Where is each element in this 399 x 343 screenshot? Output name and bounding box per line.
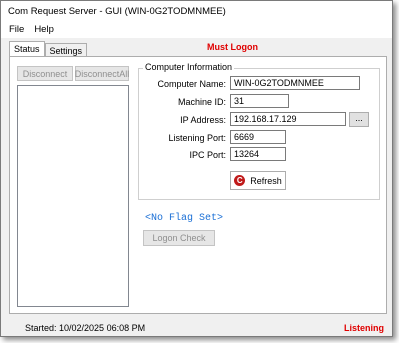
ip-browse-button[interactable]: ... [349, 112, 369, 127]
menu-help[interactable]: Help [29, 24, 59, 35]
status-bar: Started: 10/02/2025 06:08 PM Listening [1, 319, 392, 336]
listening-port-field[interactable]: 6669 [230, 130, 286, 144]
ip-address-field[interactable]: 192.168.17.129 [230, 112, 346, 126]
disconnect-all-button[interactable]: DisconnectAll [75, 66, 129, 81]
menu-bar: File Help [1, 21, 392, 38]
must-logon-alert: Must Logon [207, 42, 258, 52]
ipc-port-label: IPC Port: [189, 150, 226, 160]
title-bar: Com Request Server - GUI (WIN-0G2TODMNME… [1, 1, 392, 21]
listening-port-label: Listening Port: [168, 133, 226, 143]
flag-status-text: <No Flag Set> [145, 213, 224, 224]
refresh-icon: C [234, 175, 246, 186]
computer-name-field[interactable]: WIN-0G2TODMNMEE [230, 76, 360, 90]
logon-check-button[interactable]: Logon Check [143, 230, 215, 246]
app-window: Com Request Server - GUI (WIN-0G2TODMNME… [0, 0, 393, 337]
ipc-port-field[interactable]: 13264 [230, 147, 286, 161]
tab-strip: Status Settings [9, 41, 88, 58]
menu-file[interactable]: File [1, 24, 29, 35]
ip-address-label: IP Address: [180, 115, 226, 125]
computer-name-label: Computer Name: [157, 79, 226, 89]
refresh-button[interactable]: C Refresh [230, 171, 286, 190]
machine-id-field[interactable]: 31 [230, 94, 289, 108]
refresh-button-label: Refresh [250, 175, 282, 186]
machine-id-label: Machine ID: [177, 97, 226, 107]
disconnect-button[interactable]: Disconnect [17, 66, 73, 81]
started-time: Started: 10/02/2025 06:08 PM [25, 322, 146, 333]
connections-list[interactable] [17, 85, 129, 307]
window-title: Com Request Server - GUI (WIN-0G2TODMNME… [8, 5, 226, 17]
computer-info-legend: Computer Information [143, 62, 235, 72]
listening-status: Listening [344, 322, 384, 333]
